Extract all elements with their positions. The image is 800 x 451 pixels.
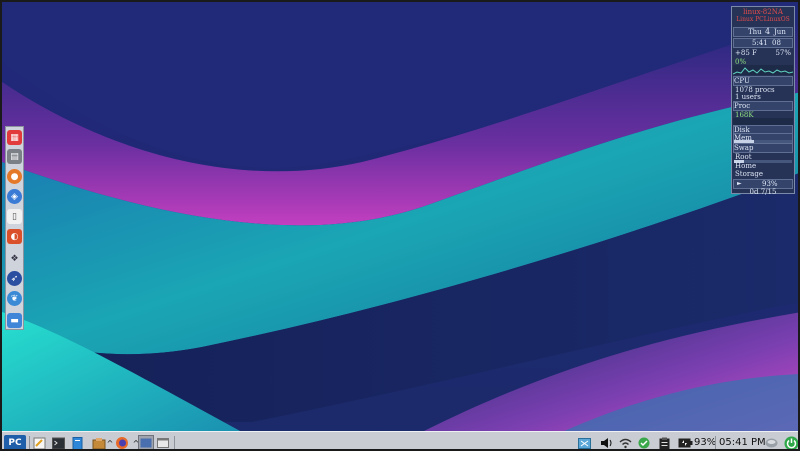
os-subtitle: Linux PCLinuxOS — [736, 16, 790, 23]
power-icon[interactable] — [783, 435, 798, 449]
document-icon[interactable]: ▯ — [7, 209, 22, 224]
month-label: Jun — [774, 28, 786, 36]
cpu-graph — [732, 65, 794, 75]
conky-system-monitor: linux-82NA Linux PCLinuxOS Thu 4 Jun 5:4… — [731, 6, 795, 196]
swap-header: Swap — [733, 143, 793, 153]
users-label: 1 users — [735, 93, 761, 101]
window-thumb-1[interactable] — [138, 435, 154, 449]
package-manager-icon[interactable] — [91, 435, 107, 449]
firefox-taskbar-icon[interactable] — [114, 435, 130, 449]
battery-indicator-icon: ► — [737, 180, 742, 187]
temp-label: +85 F — [735, 49, 757, 57]
compass-icon[interactable]: ◈ — [7, 189, 22, 204]
network-manager-icon[interactable] — [577, 435, 591, 449]
clipboard-icon[interactable] — [657, 435, 671, 449]
update-ok-icon[interactable] — [637, 435, 651, 449]
folder-icon[interactable]: ▬ — [7, 313, 22, 328]
fs-storage-label: Storage — [735, 170, 763, 178]
disk-graph — [733, 118, 793, 125]
battery-level-label: 57% — [775, 49, 791, 57]
expand-arrow-icon[interactable]: ^ — [106, 435, 114, 449]
bird-icon[interactable]: ❦ — [7, 291, 22, 306]
proc-header: Proc — [733, 101, 793, 111]
taskbar: PC ^ ^ 93% 05:41 PM — [2, 431, 798, 449]
seconds-label: 08 — [772, 39, 781, 47]
volume-icon[interactable] — [599, 435, 613, 449]
fs-home-label: Home — [735, 162, 757, 170]
cpu-label: CPU — [734, 77, 750, 85]
desktop-wallpaper[interactable] — [2, 2, 798, 449]
calculator-icon[interactable]: ▤ — [7, 149, 22, 164]
text-editor-icon[interactable] — [32, 435, 46, 449]
cpu-header: CPU — [733, 76, 793, 86]
lock-screen-icon[interactable] — [764, 435, 778, 449]
proc-label: Proc — [734, 102, 751, 110]
clock[interactable]: 05:41 PM — [719, 437, 766, 448]
firefox-icon[interactable]: ● — [7, 169, 22, 184]
rocket-icon[interactable]: ➶ — [7, 271, 22, 286]
terminal-icon[interactable] — [51, 435, 65, 449]
battery-percent-label: 93% — [762, 180, 778, 188]
hostname-label: linux-82NA — [743, 8, 783, 16]
start-menu-button[interactable]: PC — [4, 435, 26, 449]
paint-icon[interactable]: ◐ — [7, 229, 22, 244]
file-manager-icon[interactable] — [70, 435, 84, 449]
day-label: Thu — [748, 28, 762, 36]
uptime-label: 0d 7/15 — [749, 188, 777, 196]
battery-percent: 93% — [694, 437, 717, 448]
time-row: 5:41 08 — [733, 38, 793, 48]
settings-icon[interactable]: ❖ — [7, 251, 22, 266]
date-number: 4 — [765, 27, 771, 36]
battery-icon[interactable] — [677, 435, 693, 449]
wifi-icon[interactable] — [618, 435, 632, 449]
desktop-screen: linux-82NA Linux PCLinuxOS Thu 4 Jun 5:4… — [0, 0, 800, 451]
app-grid-icon[interactable]: ▦ — [7, 130, 22, 145]
window-thumb-2[interactable] — [155, 435, 171, 449]
application-dock: ▦ ▤ ● ◈ ▯ ◐ ❖ ➶ ❦ ▬ — [5, 126, 24, 330]
date-row: Thu 4 Jun — [733, 27, 793, 37]
swap-label: Swap — [734, 144, 754, 152]
time-label: 5:41 — [752, 39, 768, 47]
